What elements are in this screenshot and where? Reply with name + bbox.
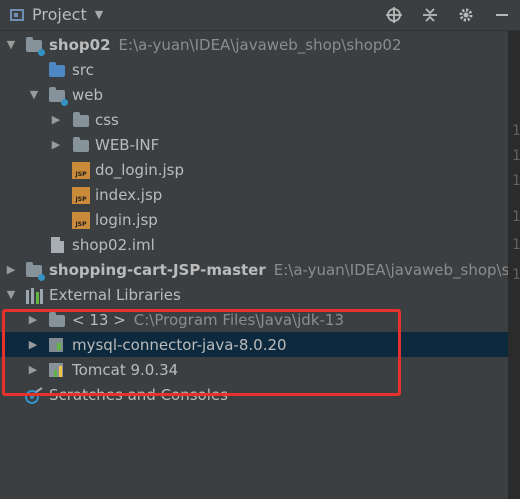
tree-node-iml[interactable]: shop02.iml xyxy=(0,232,508,257)
project-icon xyxy=(10,8,24,21)
tree-label-web: web xyxy=(72,85,104,104)
tree-label-external-libraries: External Libraries xyxy=(49,285,181,304)
tree-node-mysql-connector[interactable]: ▶ mysql-connector-java-8.0.20 xyxy=(0,332,508,357)
chevron-right-icon[interactable]: ▶ xyxy=(5,263,17,276)
jdk-path: C:\Program Files\Java\jdk-13 xyxy=(133,310,344,329)
jdk-icon xyxy=(48,311,66,329)
toolbar-title: Project xyxy=(32,5,87,24)
tree-node-scratches[interactable]: Scratches and Consoles xyxy=(0,382,508,407)
chevron-right-icon[interactable]: ▶ xyxy=(50,138,62,151)
line-number: 1 xyxy=(512,209,520,225)
tree-label-do-login: do_login.jsp xyxy=(95,160,185,179)
chevron-right-icon[interactable]: ▶ xyxy=(50,113,62,126)
tree-node-shop02[interactable]: ▼ shop02 E:\a-yuan\IDEA\javaweb_shop\shop… xyxy=(0,32,508,57)
module-folder-icon xyxy=(25,36,45,56)
tree-node-src[interactable]: src xyxy=(0,57,508,82)
module-name: shopping-cart-JSP-master xyxy=(49,260,266,279)
module-name: shop02 xyxy=(49,35,111,54)
line-number: 1 xyxy=(512,267,520,283)
tree-node-css[interactable]: ▶ css xyxy=(0,107,508,132)
tree-node-jdk[interactable]: ▶ < 13 > C:\Program Files\Java\jdk-13 xyxy=(0,307,508,332)
jsp-file-icon: JSP xyxy=(72,186,90,204)
line-number: 1 xyxy=(512,123,520,139)
line-number: 1 xyxy=(512,148,520,164)
target-icon[interactable] xyxy=(376,3,412,27)
scratches-icon xyxy=(25,386,43,404)
project-view-selector[interactable]: Project ▼ xyxy=(10,5,103,24)
jar-library-icon xyxy=(48,336,66,354)
tree-node-index[interactable]: JSP index.jsp xyxy=(0,182,508,207)
tree-label-css: css xyxy=(95,110,119,129)
module-path: E:\a-yuan\IDEA\javaweb_shop\shop xyxy=(273,260,508,279)
tree-label-src: src xyxy=(72,60,94,79)
chevron-right-icon[interactable]: ▶ xyxy=(27,338,39,351)
chevron-down-icon[interactable]: ▼ xyxy=(95,8,103,21)
tree-label-tomcat: Tomcat 9.0.34 xyxy=(72,360,179,379)
minimize-icon[interactable] xyxy=(484,3,520,27)
chevron-right-icon[interactable]: ▶ xyxy=(27,363,39,376)
tree-label-index: index.jsp xyxy=(95,185,163,204)
iml-file-icon xyxy=(48,236,66,254)
tree-label-mysql-connector: mysql-connector-java-8.0.20 xyxy=(72,335,287,354)
tree-node-web[interactable]: ▼ web xyxy=(0,82,508,107)
module-folder-icon xyxy=(25,261,45,281)
editor-gutter: 1 1 1 1 1 1 xyxy=(508,31,520,499)
chevron-right-icon[interactable]: ▶ xyxy=(27,313,39,326)
chevron-down-icon[interactable]: ▼ xyxy=(5,38,17,51)
tree-node-external-libraries[interactable]: ▼ External Libraries xyxy=(0,282,508,307)
jdk-name: < 13 > xyxy=(72,310,126,329)
jsp-file-icon: JSP xyxy=(72,211,90,229)
project-toolbar: Project ▼ xyxy=(0,0,520,31)
tree-node-login[interactable]: JSP login.jsp xyxy=(0,207,508,232)
tomcat-icon xyxy=(48,361,66,379)
tree-label-scratches: Scratches and Consoles xyxy=(49,385,228,404)
tree-node-do-login[interactable]: JSP do_login.jsp xyxy=(0,157,508,182)
module-path: E:\a-yuan\IDEA\javaweb_shop\shop02 xyxy=(118,35,402,54)
libraries-icon xyxy=(25,286,43,304)
folder-icon xyxy=(72,111,90,129)
web-folder-icon xyxy=(48,86,68,106)
source-folder-icon xyxy=(48,61,66,79)
tree-node-shopping-cart[interactable]: ▶ shopping-cart-JSP-master E:\a-yuan\IDEA… xyxy=(0,257,508,282)
folder-icon xyxy=(72,136,90,154)
project-tree: ▼ shop02 E:\a-yuan\IDEA\javaweb_shop\shop… xyxy=(0,31,508,499)
line-number: 1 xyxy=(512,173,520,189)
tree-node-tomcat[interactable]: ▶ Tomcat 9.0.34 xyxy=(0,357,508,382)
chevron-down-icon[interactable]: ▼ xyxy=(28,88,40,101)
tree-label-iml: shop02.iml xyxy=(72,235,155,254)
gear-icon[interactable] xyxy=(448,3,484,27)
jsp-file-icon: JSP xyxy=(72,161,90,179)
collapse-all-icon[interactable] xyxy=(412,3,448,27)
chevron-down-icon[interactable]: ▼ xyxy=(5,288,17,301)
tree-label-web-inf: WEB-INF xyxy=(95,135,160,154)
tree-label-login: login.jsp xyxy=(95,210,158,229)
line-number: 1 xyxy=(512,237,520,253)
tree-node-web-inf[interactable]: ▶ WEB-INF xyxy=(0,132,508,157)
